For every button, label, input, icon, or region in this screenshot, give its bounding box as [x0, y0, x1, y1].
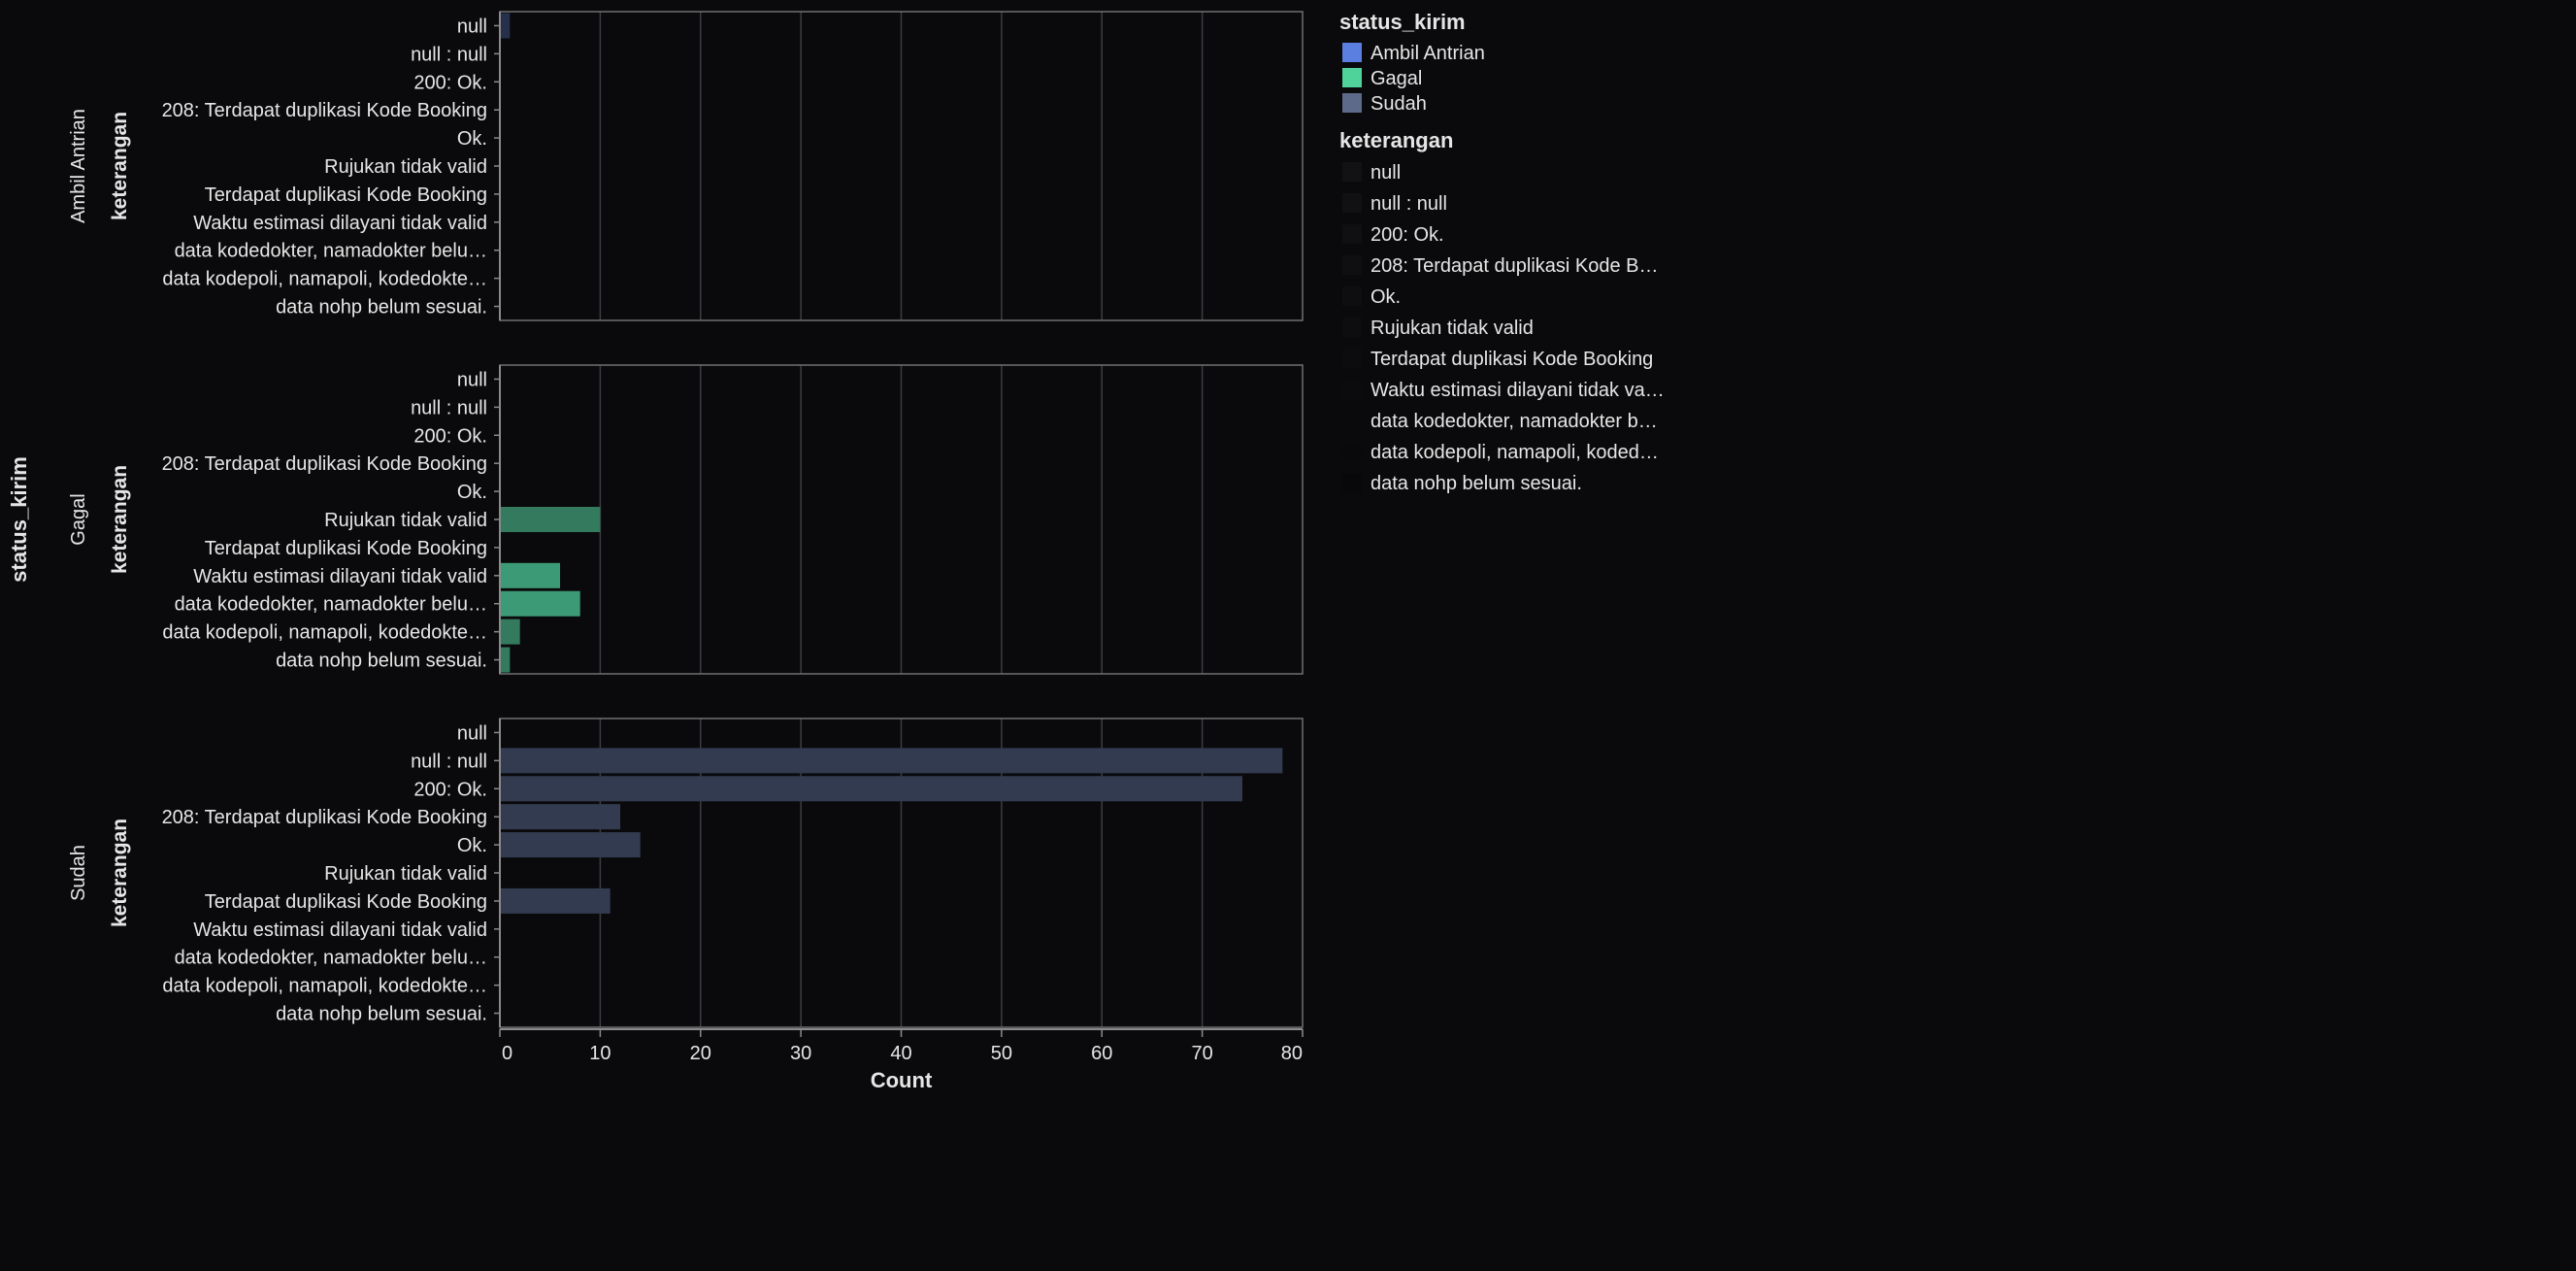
legend-label-status-2: Sudah: [1371, 93, 1427, 115]
y-tick-label-2-2: 200: Ok.: [413, 779, 487, 800]
x-tick-label-60: 60: [1091, 1043, 1112, 1064]
y-tick-label-2-6: Terdapat duplikasi Kode Booking: [205, 891, 487, 913]
faceted-bar-chart: null null : null 200: Ok. 208: Terdapat dup…: [0, 0, 2576, 1266]
y-tick-label-1-8: data kodedokter, namadokter belu…: [175, 594, 487, 616]
y-tick-label-0-2: 200: Ok.: [413, 72, 487, 93]
y-axis-title-1: keterangan: [109, 465, 131, 574]
y-tick-label-1-5: Rujukan tidak valid: [324, 510, 487, 531]
legend-label-keterangan-4: Ok.: [1371, 286, 1401, 308]
y-tick-label-0-0: null: [457, 16, 487, 37]
facet-field-title: status_kirim: [7, 456, 31, 583]
chart-svg: null null : null 200: Ok. 208: Terdapat dup…: [7, 10, 1665, 1092]
legend-swatch-keterangan-10[interactable]: [1342, 473, 1362, 492]
x-tick-label-0: 0: [502, 1043, 512, 1064]
y-tick-label-0-9: data kodepoli, namapoli, kodedokte…: [162, 269, 487, 290]
y-axis-title-0: keterangan: [109, 112, 131, 220]
x-tick-label-50: 50: [991, 1043, 1012, 1064]
y-tick-label-1-2: 200: Ok.: [413, 425, 487, 447]
bar-1-9[interactable]: [501, 619, 520, 645]
x-tick-label-40: 40: [890, 1043, 911, 1064]
bar-2-1[interactable]: [501, 748, 1283, 774]
legend-swatch-keterangan-9[interactable]: [1342, 442, 1362, 461]
legend-title-status-kirim: status_kirim: [1339, 10, 1466, 34]
legend-swatch-status-0[interactable]: [1342, 43, 1362, 62]
y-tick-label-0-4: Ok.: [457, 128, 487, 150]
bar-1-10[interactable]: [501, 647, 511, 673]
legend-label-keterangan-8: data kodedokter, namadokter b…: [1371, 411, 1658, 432]
legend-swatch-keterangan-8[interactable]: [1342, 411, 1362, 430]
legend-label-keterangan-10: data nohp belum sesuai.: [1371, 473, 1582, 494]
legend-label-keterangan-2: 200: Ok.: [1371, 224, 1444, 246]
y-tick-label-2-0: null: [457, 722, 487, 744]
y-tick-label-0-6: Terdapat duplikasi Kode Booking: [205, 184, 487, 206]
legend-swatch-keterangan-5[interactable]: [1342, 318, 1362, 337]
y-axis-title-2: keterangan: [109, 819, 131, 927]
y-tick-label-2-4: Ok.: [457, 835, 487, 856]
y-tick-label-1-10: data nohp belum sesuai.: [276, 651, 487, 672]
legend-label-keterangan-1: null : null: [1371, 193, 1447, 215]
legend-swatch-keterangan-2[interactable]: [1342, 224, 1362, 244]
bar-2-2[interactable]: [501, 776, 1242, 802]
x-axis-title: Count: [871, 1068, 933, 1092]
y-tick-label-2-1: null : null: [411, 751, 487, 772]
legend-label-status-0: Ambil Antrian: [1371, 43, 1485, 64]
y-tick-label-1-4: Ok.: [457, 482, 487, 503]
bar-1-5[interactable]: [501, 506, 601, 533]
legend-swatch-keterangan-6[interactable]: [1342, 349, 1362, 368]
legend-swatch-keterangan-1[interactable]: [1342, 193, 1362, 213]
bar-2-6[interactable]: [501, 887, 611, 914]
facet-label-1: Gagal: [68, 493, 89, 545]
bar-0-0[interactable]: [501, 13, 511, 39]
y-tick-label-1-0: null: [457, 369, 487, 390]
y-tick-label-2-9: data kodepoli, namapoli, kodedokte…: [162, 976, 487, 997]
y-tick-label-0-5: Rujukan tidak valid: [324, 156, 487, 178]
y-tick-label-0-7: Waktu estimasi dilayani tidak valid: [193, 213, 487, 234]
bar-2-4[interactable]: [501, 832, 641, 858]
y-tick-label-1-3: 208: Terdapat duplikasi Kode Booking: [162, 453, 487, 475]
legend-swatch-keterangan-0[interactable]: [1342, 162, 1362, 182]
facet-label-2: Sudah: [68, 845, 89, 901]
legend-label-keterangan-6: Terdapat duplikasi Kode Booking: [1371, 349, 1653, 370]
y-tick-label-1-7: Waktu estimasi dilayani tidak valid: [193, 566, 487, 587]
legend-label-keterangan-0: null: [1371, 162, 1401, 184]
facet-label-0: Ambil Antrian: [68, 109, 89, 223]
y-tick-label-2-8: data kodedokter, namadokter belu…: [175, 948, 487, 969]
y-tick-label-0-3: 208: Terdapat duplikasi Kode Booking: [162, 100, 487, 121]
y-tick-label-1-6: Terdapat duplikasi Kode Booking: [205, 538, 487, 559]
legend-swatch-keterangan-7[interactable]: [1342, 380, 1362, 399]
bar-1-8[interactable]: [501, 590, 580, 617]
x-tick-label-10: 10: [589, 1043, 611, 1064]
legend-swatch-keterangan-3[interactable]: [1342, 255, 1362, 275]
y-tick-label-2-3: 208: Terdapat duplikasi Kode Booking: [162, 807, 487, 828]
legend-swatch-status-2[interactable]: [1342, 93, 1362, 113]
y-tick-label-0-1: null : null: [411, 44, 487, 65]
bar-1-7[interactable]: [501, 562, 561, 588]
legend-label-keterangan-7: Waktu estimasi dilayani tidak va…: [1371, 380, 1665, 401]
y-tick-label-2-5: Rujukan tidak valid: [324, 863, 487, 885]
legend-swatch-status-1[interactable]: [1342, 68, 1362, 87]
y-tick-label-2-7: Waktu estimasi dilayani tidak valid: [193, 920, 487, 941]
y-tick-label-1-1: null : null: [411, 397, 487, 418]
legend-label-keterangan-5: Rujukan tidak valid: [1371, 318, 1534, 339]
x-tick-label-70: 70: [1192, 1043, 1213, 1064]
y-tick-label-1-9: data kodepoli, namapoli, kodedokte…: [162, 622, 487, 644]
legend-title-keterangan: keterangan: [1339, 128, 1453, 152]
bar-2-3[interactable]: [501, 804, 621, 830]
x-tick-label-80: 80: [1281, 1043, 1303, 1064]
x-tick-label-30: 30: [790, 1043, 811, 1064]
y-tick-label-0-10: data nohp belum sesuai.: [276, 297, 487, 318]
x-tick-label-20: 20: [690, 1043, 711, 1064]
legend-label-keterangan-9: data kodepoli, namapoli, koded…: [1371, 442, 1659, 463]
legend-label-status-1: Gagal: [1371, 68, 1422, 89]
legend-label-keterangan-3: 208: Terdapat duplikasi Kode B…: [1371, 255, 1659, 277]
y-tick-label-2-10: data nohp belum sesuai.: [276, 1004, 487, 1025]
y-tick-label-0-8: data kodedokter, namadokter belu…: [175, 241, 487, 262]
legend-swatch-keterangan-4[interactable]: [1342, 286, 1362, 306]
